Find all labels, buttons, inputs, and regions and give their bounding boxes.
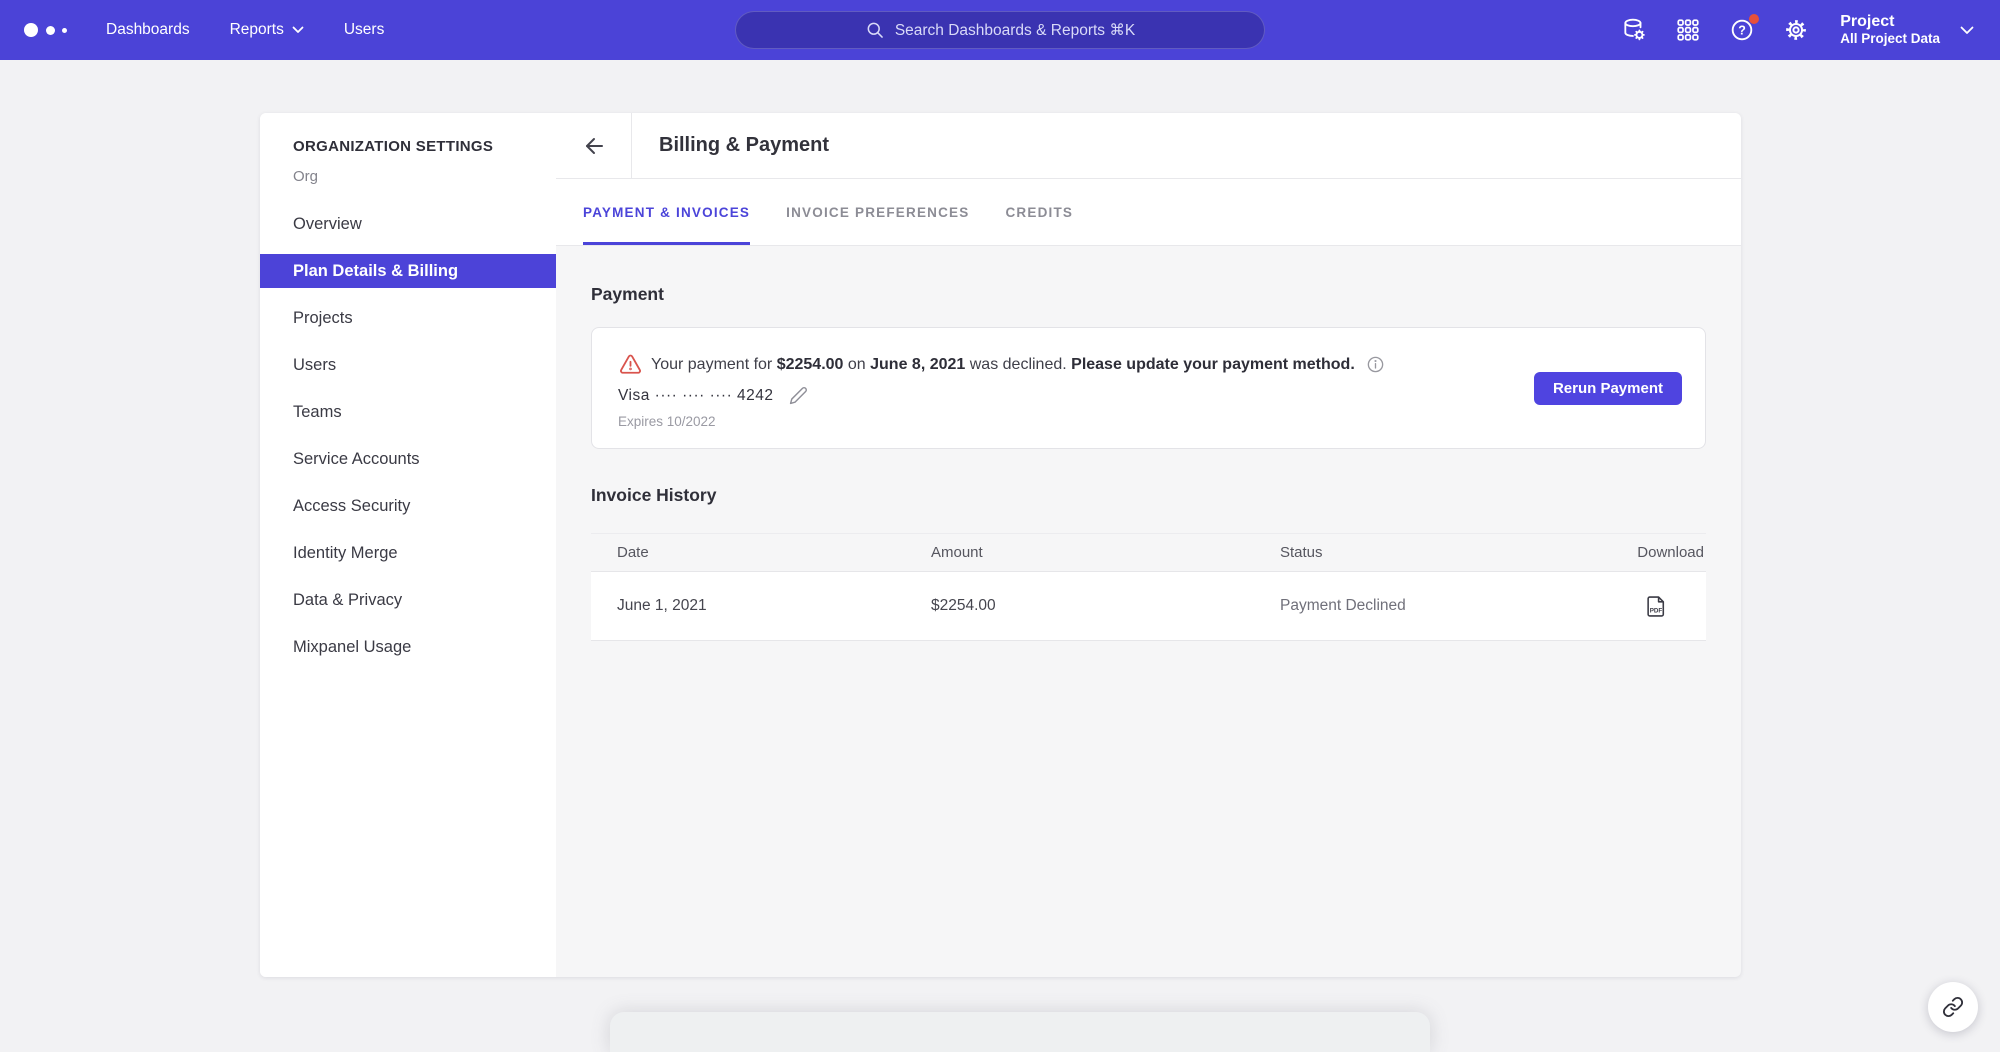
invoice-history-heading: Invoice History xyxy=(591,485,1706,506)
sidebar-item-identity-merge[interactable]: Identity Merge xyxy=(260,536,556,570)
search-input[interactable]: Search Dashboards & Reports ⌘K xyxy=(735,11,1265,49)
sidebar-item-plan-details-billing[interactable]: Plan Details & Billing xyxy=(260,254,556,288)
tab-invoice-preferences[interactable]: INVOICE PREFERENCES xyxy=(786,179,969,245)
settings-card: ORGANIZATION SETTINGS Org Overview Plan … xyxy=(260,113,1741,977)
nav-users[interactable]: Users xyxy=(344,21,384,39)
data-management-icon[interactable] xyxy=(1620,16,1648,44)
nav-users-label: Users xyxy=(344,21,384,39)
invoice-amount-cell: $2254.00 xyxy=(931,597,1280,615)
search-icon xyxy=(865,20,885,40)
project-selector-title: Project xyxy=(1840,13,1940,31)
card-number-label: Visa ···· ···· ···· 4242 xyxy=(618,387,774,405)
page-header: Billing & Payment xyxy=(556,113,1741,179)
payment-method-row: Visa ···· ···· ···· 4242 xyxy=(618,386,808,405)
nav-reports[interactable]: Reports xyxy=(230,21,304,39)
project-selector[interactable]: Project All Project Data xyxy=(1840,13,1974,47)
payment-section-heading: Payment xyxy=(591,284,1706,305)
card-expiry-label: Expires 10/2022 xyxy=(618,414,716,429)
column-header-status: Status xyxy=(1280,544,1630,561)
search-placeholder: Search Dashboards & Reports ⌘K xyxy=(895,21,1135,40)
billing-tabs: PAYMENT & INVOICES INVOICE PREFERENCES C… xyxy=(556,179,1741,246)
declined-alert-row: Your payment for $2254.00 on June 8, 202… xyxy=(619,353,1385,376)
sidebar-item-access-security[interactable]: Access Security xyxy=(260,489,556,523)
sidebar-header: ORGANIZATION SETTINGS xyxy=(293,138,556,155)
warning-triangle-icon xyxy=(619,353,642,376)
logo-dot-small xyxy=(62,28,67,33)
navbar-right-cluster: ? Project All Project Data xyxy=(1620,0,1974,60)
invoice-table-header: Date Amount Status Download xyxy=(591,533,1706,572)
project-selector-subtitle: All Project Data xyxy=(1840,31,1940,47)
sidebar-item-data-privacy[interactable]: Data & Privacy xyxy=(260,583,556,617)
apps-grid-icon[interactable] xyxy=(1674,16,1702,44)
content-panel: Billing & Payment PAYMENT & INVOICES INV… xyxy=(556,113,1741,977)
nav-dashboards-label: Dashboards xyxy=(106,21,190,39)
primary-nav: Dashboards Reports Users xyxy=(106,21,384,39)
copy-link-fab[interactable] xyxy=(1928,982,1978,1032)
payment-alert-card: Your payment for $2254.00 on June 8, 202… xyxy=(591,327,1706,449)
org-name: Org xyxy=(293,168,556,185)
chevron-down-icon xyxy=(292,26,304,34)
declined-alert-text: Your payment for $2254.00 on June 8, 202… xyxy=(651,356,1355,374)
sidebar-item-mixpanel-usage[interactable]: Mixpanel Usage xyxy=(260,630,556,664)
logo-dot-large xyxy=(24,23,38,37)
column-header-amount: Amount xyxy=(931,544,1280,561)
hidden-toast-peek xyxy=(610,1012,1430,1052)
column-header-date: Date xyxy=(591,544,931,561)
sidebar-item-projects[interactable]: Projects xyxy=(260,301,556,335)
column-header-download: Download xyxy=(1630,544,1706,561)
arrow-left-icon xyxy=(582,134,606,158)
back-button[interactable] xyxy=(556,113,632,178)
tab-credits[interactable]: CREDITS xyxy=(1005,179,1073,245)
nav-dashboards[interactable]: Dashboards xyxy=(106,21,190,39)
notification-badge xyxy=(1749,14,1759,24)
page-title: Billing & Payment xyxy=(659,134,829,157)
sidebar-item-users[interactable]: Users xyxy=(260,348,556,382)
tab-payment-invoices[interactable]: PAYMENT & INVOICES xyxy=(583,179,750,245)
top-navbar: Dashboards Reports Users Search Dashboar… xyxy=(0,0,2000,60)
project-selector-text: Project All Project Data xyxy=(1840,13,1940,47)
invoice-date-cell: June 1, 2021 xyxy=(591,597,931,615)
nav-reports-label: Reports xyxy=(230,21,284,39)
sidebar-item-teams[interactable]: Teams xyxy=(260,395,556,429)
mixpanel-logo[interactable] xyxy=(24,23,76,37)
invoice-status-cell: Payment Declined xyxy=(1280,597,1630,615)
info-circle-icon[interactable] xyxy=(1366,355,1385,374)
settings-gear-icon[interactable] xyxy=(1782,16,1810,44)
org-settings-sidebar: ORGANIZATION SETTINGS Org Overview Plan … xyxy=(260,113,556,977)
invoice-table: Date Amount Status Download June 1, 2021… xyxy=(591,533,1706,641)
chevron-down-icon xyxy=(1960,26,1974,35)
invoice-download-cell: PDF xyxy=(1630,595,1706,618)
link-icon xyxy=(1942,996,1964,1018)
rerun-payment-button[interactable]: Rerun Payment xyxy=(1534,372,1682,405)
sidebar-item-overview[interactable]: Overview xyxy=(260,207,556,241)
payment-invoices-panel: Payment Your payment for $2254.00 on Jun… xyxy=(556,246,1741,977)
pdf-download-icon[interactable]: PDF xyxy=(1646,595,1667,618)
help-icon[interactable]: ? xyxy=(1728,16,1756,44)
svg-text:PDF: PDF xyxy=(1649,607,1662,614)
sidebar-item-service-accounts[interactable]: Service Accounts xyxy=(260,442,556,476)
invoice-row: June 1, 2021 $2254.00 Payment Declined P… xyxy=(591,572,1706,641)
svg-text:?: ? xyxy=(1738,24,1746,38)
logo-dot-medium xyxy=(46,26,55,35)
sidebar-nav: Overview Plan Details & Billing Projects… xyxy=(260,207,556,664)
edit-pencil-icon[interactable] xyxy=(789,386,808,405)
